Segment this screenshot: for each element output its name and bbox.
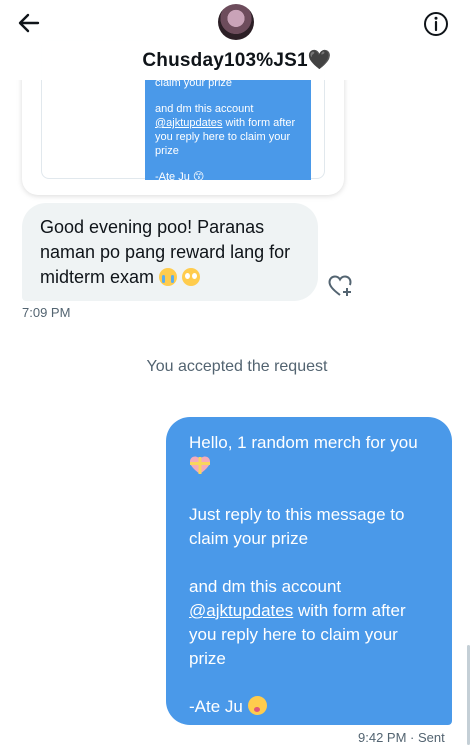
request-accepted-notice: You accepted the request [146, 358, 328, 375]
heart-plus-icon[interactable] [328, 274, 354, 298]
quoted-handle: @ajktupdates [155, 117, 223, 129]
crying-face-icon [159, 268, 178, 286]
sent-text-line: Hello, 1 random merch for you [189, 433, 418, 452]
sent-text-line: Just reply to this message to claim your… [189, 505, 405, 548]
info-icon[interactable] [422, 10, 450, 38]
received-text-line: naman po pang reward lang for [40, 242, 291, 262]
received-message-bubble[interactable]: Good evening poo! Paranas naman po pang … [22, 203, 318, 301]
pleading-face-icon [182, 268, 201, 286]
back-arrow-icon[interactable] [14, 8, 44, 38]
conversation-header: Chusday103%JS1🖤 [0, 0, 474, 80]
gift-heart-row [189, 455, 434, 479]
sent-text-line: and dm this account [189, 577, 342, 596]
received-text-line: Good evening poo! Paranas [40, 217, 265, 237]
quoted-signoff: -Ate Ju 😙 [155, 171, 205, 180]
avatar[interactable] [218, 4, 254, 40]
received-text-line: midterm exam [40, 267, 160, 287]
sent-signoff: -Ate Ju [189, 695, 434, 719]
scrollbar[interactable] [467, 645, 470, 745]
kissing-face-icon [247, 696, 267, 715]
conversation-title: Chusday103%JS1🖤 [142, 50, 332, 71]
sent-text-line: -Ate Ju [189, 697, 248, 716]
quoted-line-cut: claim your prize [155, 80, 233, 89]
sent-text-block: and dm this account @ajktupdates with for… [189, 575, 434, 671]
quoted-line: and dm this account [155, 103, 254, 115]
quoted-sent-bubble: claim your prize and dm this account @ajk… [145, 80, 311, 180]
received-timestamp: 7:09 PM [22, 305, 71, 320]
quoted-body: and dm this account @ajktupdates with for… [155, 102, 301, 158]
sent-status: Sent [417, 730, 445, 745]
sent-time: 9:42 PM [358, 730, 407, 745]
sent-meta: 9:42 PM · Sent [358, 730, 445, 745]
heart-with-ribbon-icon [190, 456, 210, 474]
sent-message-bubble[interactable]: Hello, 1 random merch for you Just reply… [166, 417, 452, 725]
account-handle-link[interactable]: @ajktupdates [189, 601, 293, 620]
